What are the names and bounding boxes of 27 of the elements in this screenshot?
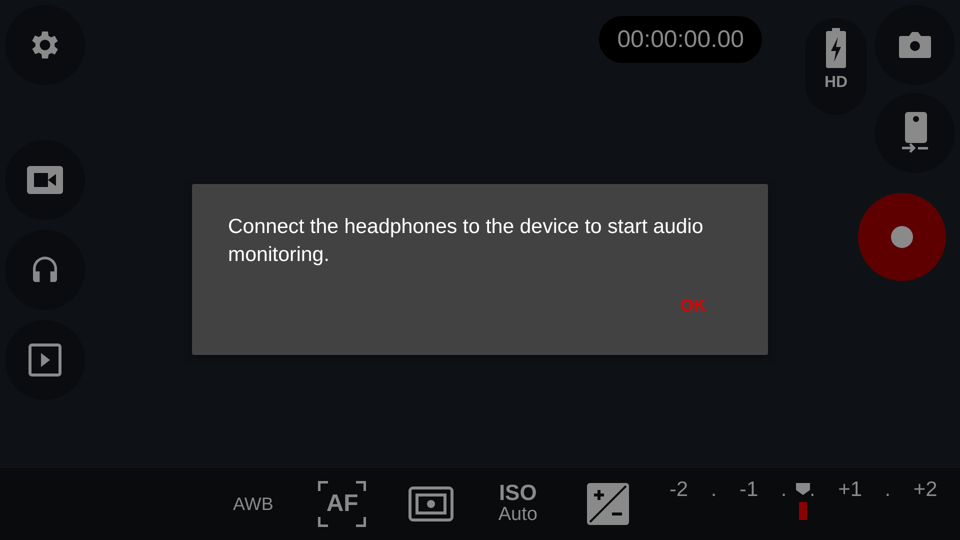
metering-icon: [408, 486, 454, 522]
camera-icon: [898, 31, 932, 59]
battery-charging-icon: [824, 28, 848, 68]
scale-label: +1: [838, 477, 862, 503]
metering-button[interactable]: [408, 486, 454, 522]
timer: 00:00:00.00: [599, 16, 762, 63]
scale-label: .: [780, 477, 787, 503]
scale-label: .: [710, 477, 717, 503]
iso-button[interactable]: ISO Auto: [498, 482, 538, 526]
play-icon: [28, 343, 62, 377]
record-dot-icon: [891, 226, 913, 248]
phone-arrow-icon: [901, 112, 929, 154]
hd-label: HD: [824, 74, 848, 92]
scale-label: -2: [669, 477, 688, 503]
exposure-icon: [587, 483, 630, 525]
dialog-message: Connect the headphones to the device to start audio monitoring.: [228, 214, 704, 268]
scale-label: .: [884, 477, 891, 503]
quality-indicator[interactable]: HD: [805, 18, 867, 115]
exposure-thumb[interactable]: [794, 482, 812, 520]
autofocus-button[interactable]: AF: [318, 481, 366, 527]
exposure-button[interactable]: [587, 483, 630, 525]
scale-label: .: [810, 477, 816, 503]
awb-button[interactable]: AWB: [233, 490, 274, 518]
video-camera-icon: [27, 166, 63, 194]
scale-label: +2: [913, 477, 938, 503]
scale-label: -1: [739, 477, 758, 503]
exposure-slider[interactable]: -2 . -1 . . +1 . +2: [669, 474, 938, 534]
